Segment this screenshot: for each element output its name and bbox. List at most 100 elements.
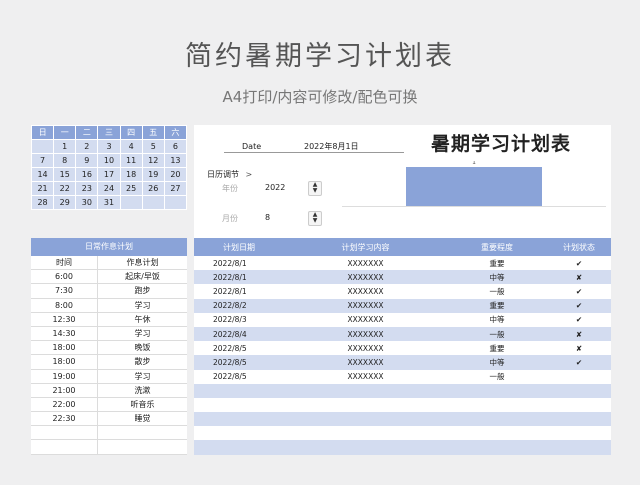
schedule-time[interactable]: 8:00 — [31, 298, 98, 312]
plan-content-cell[interactable]: XXXXXXX — [284, 298, 447, 313]
calendar-day[interactable]: 27 — [163, 181, 188, 196]
plan-date-cell[interactable] — [194, 412, 284, 427]
plan-date-cell[interactable]: 2022/8/5 — [194, 341, 284, 356]
schedule-time[interactable]: 7:30 — [31, 284, 98, 298]
plan-content-cell[interactable]: XXXXXXX — [284, 270, 447, 285]
plan-content-cell[interactable]: XXXXXXX — [284, 369, 447, 384]
status-cell[interactable]: ✘ — [547, 341, 611, 356]
plan-date-cell[interactable]: 2022/8/1 — [194, 256, 284, 271]
schedule-activity[interactable]: 跑步 — [98, 284, 187, 297]
status-cell[interactable]: ✔ — [547, 355, 611, 370]
status-cell[interactable] — [547, 426, 611, 441]
calendar-day[interactable]: 30 — [75, 195, 99, 210]
calendar-day[interactable]: 2 — [75, 139, 99, 154]
calendar-day[interactable]: 18 — [119, 167, 143, 182]
plan-content-cell[interactable]: XXXXXXX — [284, 355, 447, 370]
plan-date-cell[interactable]: 2022/8/4 — [194, 326, 284, 342]
plan-date-cell[interactable]: 2022/8/1 — [194, 284, 284, 299]
plan-content-cell[interactable]: XXXXXXX — [284, 326, 447, 342]
status-cell[interactable]: ✔ — [547, 256, 611, 271]
calendar-day[interactable]: 25 — [119, 181, 143, 196]
calendar-day[interactable]: 22 — [53, 181, 77, 196]
status-cell[interactable] — [547, 412, 611, 427]
schedule-activity[interactable]: 午休 — [98, 313, 187, 326]
status-cell[interactable]: ✘ — [547, 270, 611, 285]
importance-cell[interactable]: 一般 — [447, 284, 547, 299]
status-cell[interactable]: ✘ — [547, 326, 611, 342]
schedule-time[interactable]: 14:30 — [31, 326, 98, 341]
status-cell[interactable] — [547, 383, 611, 398]
calendar-day[interactable] — [119, 195, 143, 210]
calendar-day[interactable]: 5 — [141, 139, 165, 154]
year-value[interactable]: 2022 — [265, 183, 285, 192]
step-down-icon[interactable]: ▼ — [309, 218, 321, 224]
schedule-activity[interactable]: 听音乐 — [98, 398, 187, 411]
calendar-day[interactable]: 31 — [97, 195, 121, 210]
plan-date-cell[interactable] — [194, 397, 284, 413]
schedule-time[interactable]: 22:30 — [31, 412, 98, 426]
schedule-activity[interactable]: 睡觉 — [98, 412, 187, 425]
calendar-day[interactable]: 14 — [30, 167, 55, 182]
status-cell[interactable]: ✔ — [547, 312, 611, 327]
plan-date-cell[interactable]: 2022/8/5 — [194, 355, 284, 370]
calendar-day[interactable]: 12 — [141, 153, 165, 168]
status-cell[interactable]: ✔ — [547, 298, 611, 313]
plan-date-cell[interactable] — [194, 440, 284, 455]
calendar-day[interactable]: 1 — [53, 139, 77, 154]
plan-content-cell[interactable]: XXXXXXX — [284, 256, 447, 271]
calendar-day[interactable]: 7 — [30, 153, 55, 168]
importance-cell[interactable]: 重要 — [447, 298, 547, 313]
calendar-day[interactable]: 4 — [119, 139, 143, 154]
schedule-activity[interactable] — [98, 440, 187, 453]
status-cell[interactable]: ✔ — [547, 284, 611, 299]
calendar-day[interactable] — [141, 195, 165, 210]
calendar-day[interactable]: 6 — [163, 139, 188, 154]
calendar-day[interactable]: 21 — [30, 181, 55, 196]
calendar-day[interactable]: 17 — [97, 167, 121, 182]
plan-date-cell[interactable]: 2022/8/5 — [194, 369, 284, 384]
calendar-day[interactable]: 20 — [163, 167, 188, 182]
importance-cell[interactable]: 一般 — [447, 369, 547, 384]
schedule-activity[interactable]: 学习 — [98, 299, 187, 312]
importance-cell[interactable] — [447, 397, 547, 413]
importance-cell[interactable] — [447, 412, 547, 427]
status-cell[interactable] — [547, 369, 611, 384]
schedule-activity[interactable]: 散步 — [98, 355, 187, 368]
calendar-day[interactable]: 9 — [75, 153, 99, 168]
month-value[interactable]: 8 — [265, 213, 270, 222]
schedule-time[interactable]: 21:00 — [31, 383, 98, 397]
plan-content-cell[interactable]: XXXXXXX — [284, 284, 447, 299]
schedule-activity[interactable]: 学习 — [98, 327, 187, 340]
schedule-activity[interactable] — [98, 426, 187, 439]
calendar-day[interactable]: 19 — [141, 167, 165, 182]
plan-content-cell[interactable] — [284, 397, 447, 413]
calendar-day[interactable]: 13 — [163, 153, 188, 168]
calendar-day[interactable]: 24 — [97, 181, 121, 196]
schedule-activity[interactable]: 洗漱 — [98, 384, 187, 397]
plan-content-cell[interactable] — [284, 383, 447, 398]
schedule-time[interactable] — [31, 440, 98, 454]
calendar-day[interactable]: 8 — [53, 153, 77, 168]
plan-content-cell[interactable] — [284, 440, 447, 455]
importance-cell[interactable] — [447, 383, 547, 398]
calendar-day[interactable]: 3 — [97, 139, 121, 154]
importance-cell[interactable]: 中等 — [447, 355, 547, 370]
importance-cell[interactable]: 重要 — [447, 341, 547, 356]
calendar-day[interactable]: 29 — [53, 195, 77, 210]
calendar-day[interactable] — [30, 139, 55, 154]
schedule-activity[interactable]: 晚饭 — [98, 341, 187, 354]
calendar-day[interactable]: 16 — [75, 167, 99, 182]
importance-cell[interactable]: 中等 — [447, 270, 547, 285]
status-cell[interactable] — [547, 440, 611, 455]
plan-content-cell[interactable] — [284, 426, 447, 441]
schedule-activity[interactable]: 起床/早饭 — [98, 270, 187, 283]
calendar-day[interactable]: 10 — [97, 153, 121, 168]
schedule-activity[interactable]: 学习 — [98, 370, 187, 383]
year-stepper[interactable]: ▲ ▼ — [308, 181, 322, 196]
calendar-day[interactable] — [163, 195, 188, 210]
schedule-time[interactable] — [31, 426, 98, 440]
plan-date-cell[interactable]: 2022/8/3 — [194, 312, 284, 327]
importance-cell[interactable]: 中等 — [447, 312, 547, 327]
month-stepper[interactable]: ▲ ▼ — [308, 211, 322, 226]
schedule-time[interactable]: 6:00 — [31, 270, 98, 284]
